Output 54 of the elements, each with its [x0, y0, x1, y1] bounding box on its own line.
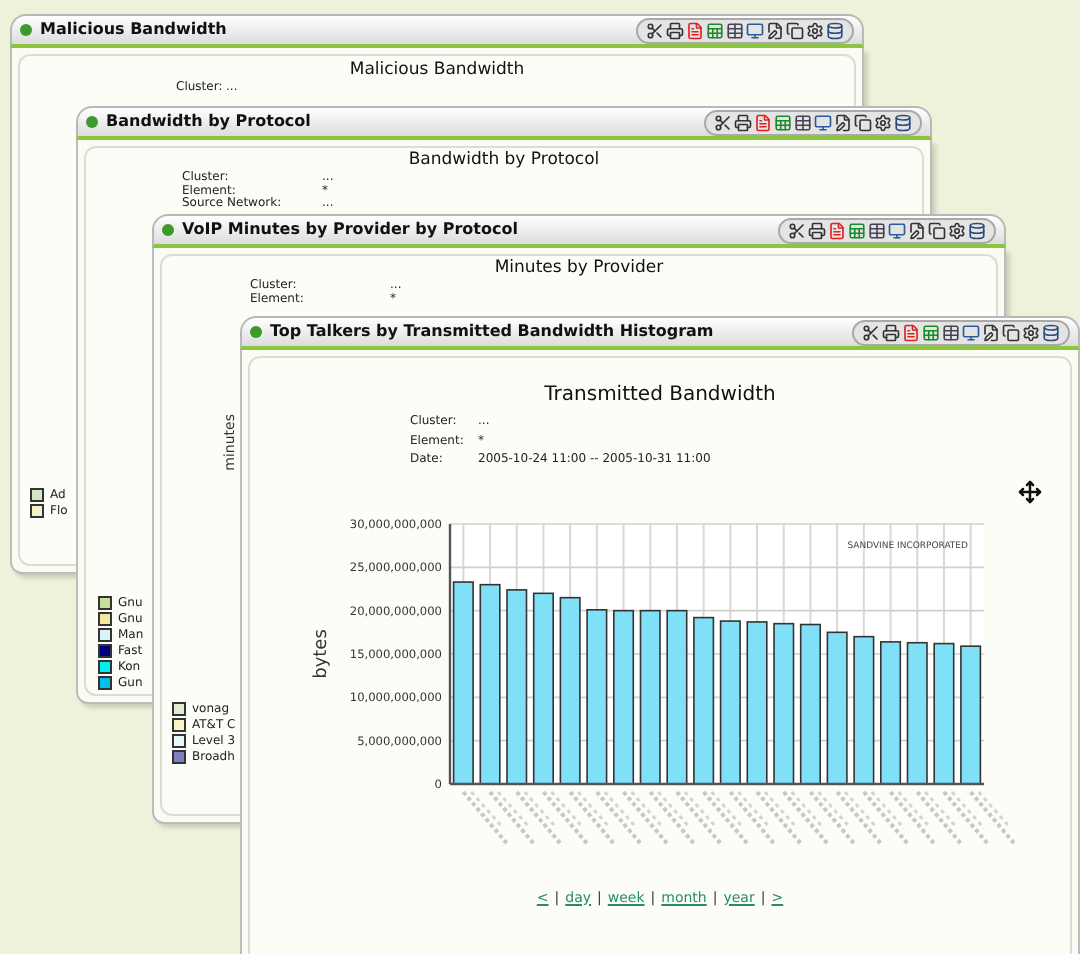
pdf-file-icon[interactable]: [754, 113, 772, 131]
report-title: Transmitted Bandwidth: [542, 382, 778, 410]
print-icon[interactable]: [666, 21, 684, 39]
database-icon[interactable]: [1042, 323, 1060, 341]
table-icon[interactable]: [794, 113, 812, 131]
settings-icon[interactable]: [1022, 323, 1040, 341]
document-edit-icon[interactable]: [766, 21, 784, 39]
spreadsheet-icon[interactable]: [848, 221, 866, 239]
pdf-file-icon[interactable]: [828, 221, 846, 239]
windows-icon[interactable]: [1002, 323, 1020, 341]
document-edit-icon[interactable]: [982, 323, 1000, 341]
scissors-icon[interactable]: [714, 113, 732, 131]
report-title: Bandwidth by Protocol: [406, 150, 602, 172]
settings-icon[interactable]: [874, 113, 892, 131]
print-icon[interactable]: [882, 323, 900, 341]
window-title: Malicious Bandwidth: [40, 18, 227, 42]
table-icon[interactable]: [726, 21, 744, 39]
print-icon[interactable]: [734, 113, 752, 131]
scissors-icon[interactable]: [788, 221, 806, 239]
spreadsheet-icon[interactable]: [706, 21, 724, 39]
table-icon[interactable]: [868, 221, 886, 239]
windows-icon[interactable]: [786, 21, 804, 39]
bar: [880, 640, 902, 784]
database-icon[interactable]: [826, 21, 844, 39]
document-edit-icon[interactable]: [908, 221, 926, 239]
settings-icon[interactable]: [948, 221, 966, 239]
monitor-icon[interactable]: [888, 221, 906, 239]
monitor-icon[interactable]: [746, 21, 764, 39]
table-icon[interactable]: [942, 323, 960, 341]
move-icon[interactable]: [1018, 479, 1042, 503]
scissors-icon[interactable]: [862, 323, 880, 341]
report-title: Malicious Bandwidth: [347, 60, 527, 82]
spreadsheet-icon[interactable]: [922, 323, 940, 341]
windows-icon[interactable]: [854, 113, 872, 131]
window-title: Top Talkers by Transmitted Bandwidth Histogram: [270, 320, 714, 344]
monitor-icon[interactable]: [814, 113, 832, 131]
scissors-icon[interactable]: [646, 21, 664, 39]
y-axis-label: bytes: [312, 628, 332, 678]
window-title: VoIP Minutes by Provider by Protocol: [182, 218, 518, 242]
windows-icon[interactable]: [928, 221, 946, 239]
bar: [933, 641, 955, 784]
window-title: Bandwidth by Protocol: [106, 110, 311, 134]
database-icon[interactable]: [968, 221, 986, 239]
pdf-file-icon[interactable]: [686, 21, 704, 39]
report-title: Minutes by Provider: [492, 258, 666, 280]
spreadsheet-icon[interactable]: [774, 113, 792, 131]
settings-icon[interactable]: [806, 21, 824, 39]
bar: [960, 644, 982, 784]
bar: [906, 640, 928, 784]
print-icon[interactable]: [808, 221, 826, 239]
pdf-file-icon[interactable]: [902, 323, 920, 341]
document-edit-icon[interactable]: [834, 113, 852, 131]
database-icon[interactable]: [894, 113, 912, 131]
monitor-icon[interactable]: [962, 323, 980, 341]
